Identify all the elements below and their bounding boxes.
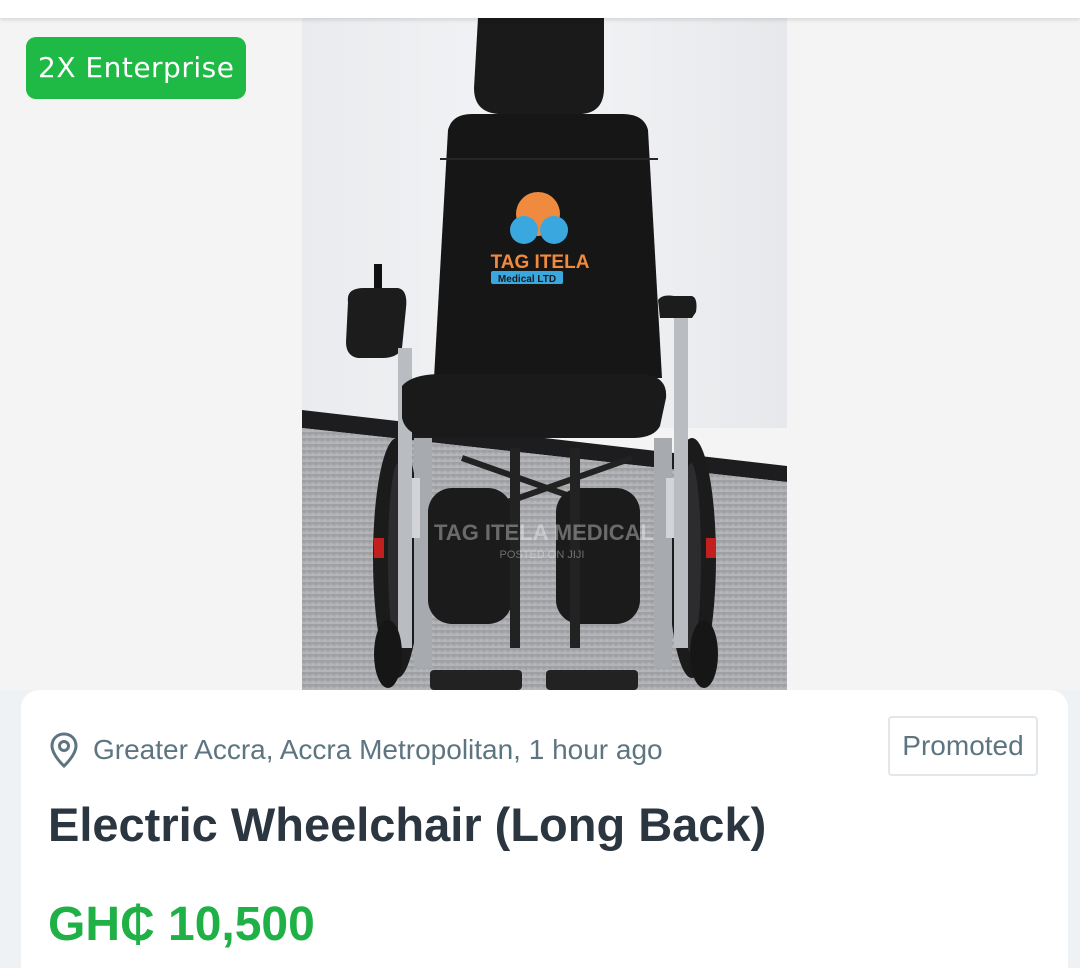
- listing-page: TAG ITELA Medical LTD TAG ITELA MEDICAL …: [0, 0, 1080, 968]
- watermark-text: TAG ITELA MEDICAL: [434, 520, 654, 545]
- watermark-subtext: POSTED ON JIJI: [500, 549, 585, 561]
- logo-subtext: Medical LTD: [498, 274, 556, 285]
- product-photo[interactable]: TAG ITELA Medical LTD TAG ITELA MEDICAL …: [302, 18, 787, 690]
- location-text: Greater Accra, Accra Metropolitan, 1 hou…: [93, 734, 663, 765]
- listing-price: GH₵ 10,500: [48, 898, 315, 951]
- app-header-edge: [0, 0, 1080, 18]
- logo-text: TAG ITELA: [491, 252, 590, 273]
- location-row: Greater Accra, Accra Metropolitan, 1 hou…: [49, 730, 663, 770]
- enterprise-badge: 2X Enterprise: [26, 37, 247, 99]
- location-pin-icon: [49, 732, 79, 768]
- listing-title: Electric Wheelchair (Long Back): [48, 798, 767, 851]
- listing-card: Greater Accra, Accra Metropolitan, 1 hou…: [21, 690, 1068, 968]
- image-gallery[interactable]: TAG ITELA Medical LTD TAG ITELA MEDICAL …: [0, 18, 1080, 690]
- promoted-badge: Promoted: [888, 716, 1038, 776]
